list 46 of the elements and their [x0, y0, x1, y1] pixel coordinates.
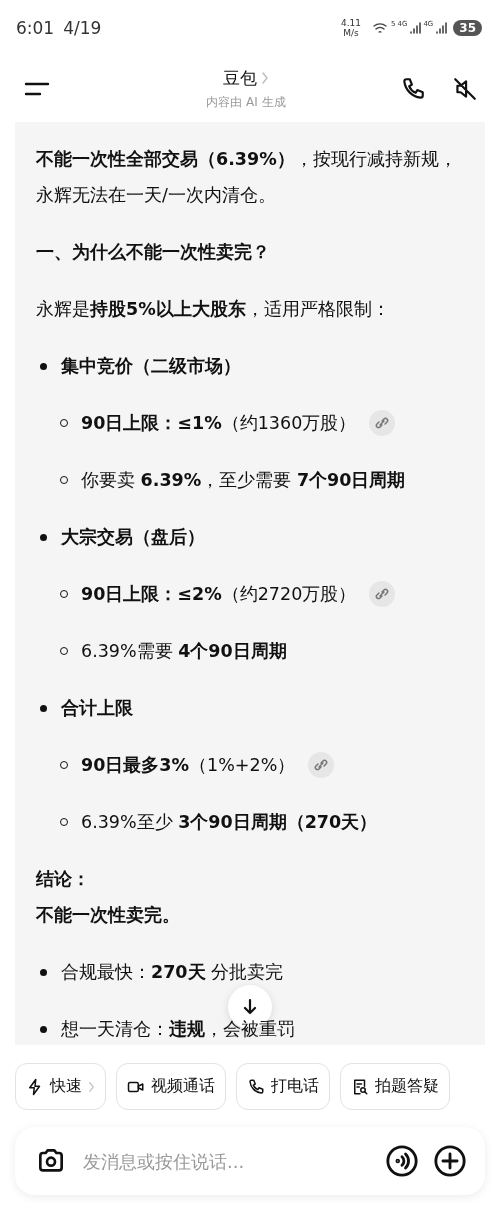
- list-item-text: 合计上限: [61, 697, 133, 720]
- message-text: 不能一次性全部交易（6.39%），按现行减持新规，永辉无法在一天/一次内清仓。: [36, 148, 458, 207]
- list-item-text: 6.39%至少 3个90日周期（270天）: [81, 811, 378, 834]
- list-item-text: 合规最快：270天 分批卖完: [61, 961, 284, 984]
- add-icon[interactable]: [433, 1144, 467, 1178]
- list-item-text: 你要卖 6.39%，至少需要 7个90日周期: [81, 469, 406, 492]
- chip-button[interactable]: 快速: [15, 1063, 106, 1110]
- clock-time: 6:01: [16, 17, 55, 38]
- speed-unit: M/s: [343, 27, 359, 38]
- list-item-text: 90日上限：≤2%（约2720万股）: [81, 583, 357, 606]
- arrow-down-icon: [241, 998, 259, 1016]
- battery-indicator: 35: [453, 19, 482, 36]
- phone-icon[interactable]: [400, 75, 426, 102]
- phone-icon: [247, 1077, 265, 1096]
- message-text: 不能一次性卖完。: [36, 904, 180, 927]
- voice-icon[interactable]: [385, 1144, 419, 1178]
- chevron-icon: [261, 71, 269, 85]
- message-input[interactable]: 发消息或按住说话...: [81, 1149, 371, 1173]
- list-item-text: 大宗交易（盘后）: [61, 526, 205, 549]
- bullet-dot: [40, 533, 47, 541]
- bullet-dot: [40, 968, 47, 976]
- speaker-muted-icon[interactable]: [452, 75, 478, 102]
- bullet-dot: [40, 362, 47, 370]
- list-item-text: 集中竞价（二级市场）: [61, 355, 241, 378]
- link-icon[interactable]: [368, 409, 397, 437]
- list-item-text: 90日最多3%（1%+2%）: [81, 754, 296, 777]
- list-item-text: 想一天清仓：违规，会被重罚: [61, 1018, 295, 1041]
- list-item-text: 90日上限：≤1%（约1360万股）: [81, 412, 357, 435]
- message-text: 结论：: [36, 868, 90, 891]
- link-icon[interactable]: [307, 751, 336, 779]
- speed-value: 4.11: [341, 17, 362, 28]
- bullet-dot: [40, 1025, 47, 1033]
- bullet-dot: [40, 704, 47, 712]
- document-search-icon: [351, 1077, 369, 1096]
- chip-button[interactable]: 视频通话: [116, 1063, 226, 1110]
- signal-icon: [435, 21, 448, 34]
- chip-button[interactable]: 打电话: [236, 1063, 330, 1110]
- chat-title[interactable]: 豆包: [223, 66, 257, 90]
- ai-notice: 内容由 AI 生成: [206, 93, 286, 111]
- message-text: 永辉是持股5%以上大股东，适用严格限制：: [36, 298, 390, 321]
- list-item-text: 6.39%需要 4个90日周期: [81, 640, 287, 663]
- date-text: 4/19: [63, 17, 102, 38]
- link-icon[interactable]: [368, 580, 397, 608]
- chip-button[interactable]: 拍题答疑: [340, 1063, 450, 1110]
- signal-icon: [409, 21, 422, 34]
- message-text: 一、为什么不能一次性卖完？: [36, 241, 270, 264]
